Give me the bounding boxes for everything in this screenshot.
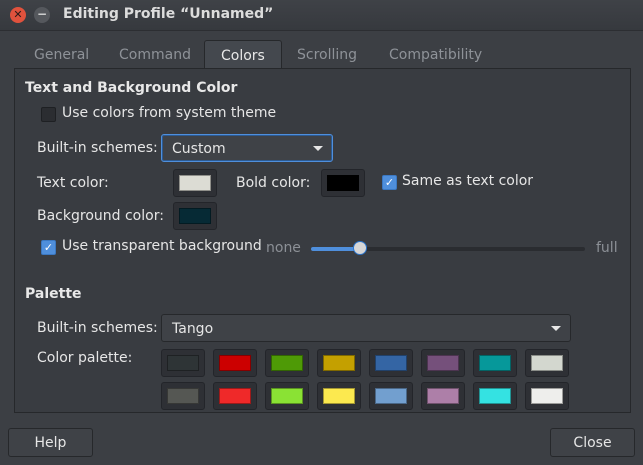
palette-color-swatch: [167, 355, 199, 371]
dropdown-arrow-icon: [313, 146, 323, 151]
palette-color-swatch: [531, 355, 563, 371]
text-bg-section-title: Text and Background Color: [25, 80, 238, 96]
tab-general[interactable]: General: [34, 41, 89, 69]
background-color-swatch: [179, 208, 211, 224]
palette-color-swatch: [271, 355, 303, 371]
use-system-colors-checkbox[interactable]: [41, 107, 56, 122]
builtin-schemes-dropdown[interactable]: Custom: [161, 134, 333, 162]
builtin-schemes-value: Custom: [172, 141, 226, 157]
palette-color-6-button[interactable]: [473, 349, 517, 377]
palette-color-15-button[interactable]: [525, 382, 569, 410]
palette-color-swatch: [271, 388, 303, 404]
palette-section-title: Palette: [25, 286, 82, 302]
window-title: Editing Profile “Unnamed”: [63, 6, 274, 22]
transparent-bg-label: Use transparent background: [62, 238, 262, 254]
tab-command[interactable]: Command: [119, 41, 191, 69]
colors-panel: Text and Background Color Use colors fro…: [14, 68, 631, 413]
palette-color-swatch: [479, 355, 511, 371]
palette-color-4-button[interactable]: [369, 349, 413, 377]
text-color-button[interactable]: [173, 169, 217, 197]
palette-color-swatch: [375, 388, 407, 404]
builtin-schemes-label: Built-in schemes:: [37, 140, 158, 156]
palette-color-swatch: [323, 388, 355, 404]
help-button[interactable]: Help: [8, 428, 93, 457]
bold-color-swatch: [327, 175, 359, 191]
tab-compatibility[interactable]: Compatibility: [389, 41, 482, 69]
palette-schemes-value: Tango: [172, 321, 214, 337]
palette-color-3-button[interactable]: [317, 349, 361, 377]
palette-color-13-button[interactable]: [421, 382, 465, 410]
palette-color-swatch: [219, 355, 251, 371]
palette-color-8-button[interactable]: [161, 382, 205, 410]
palette-color-0-button[interactable]: [161, 349, 205, 377]
background-color-label: Background color:: [37, 208, 164, 224]
text-color-swatch: [179, 175, 211, 191]
tab-colors[interactable]: Colors: [204, 40, 282, 71]
background-color-button[interactable]: [173, 202, 217, 230]
transparency-max-label: full: [596, 240, 618, 256]
use-system-colors-label: Use colors from system theme: [62, 105, 277, 121]
transparent-bg-checkbox[interactable]: ✓: [41, 240, 56, 255]
bold-color-button[interactable]: [321, 169, 365, 197]
title-bar: ✕ − Editing Profile “Unnamed”: [0, 0, 643, 31]
palette-color-swatch: [167, 388, 199, 404]
text-color-label: Text color:: [37, 175, 109, 191]
palette-color-10-button[interactable]: [265, 382, 309, 410]
palette-color-12-button[interactable]: [369, 382, 413, 410]
palette-color-swatch: [219, 388, 251, 404]
transparency-slider[interactable]: [311, 241, 585, 255]
palette-schemes-dropdown[interactable]: Tango: [161, 314, 571, 342]
close-window-icon[interactable]: ✕: [10, 7, 26, 23]
palette-color-swatch: [427, 388, 459, 404]
palette-color-2-button[interactable]: [265, 349, 309, 377]
same-as-text-checkbox[interactable]: ✓: [382, 175, 397, 190]
palette-color-swatch: [323, 355, 355, 371]
palette-color-5-button[interactable]: [421, 349, 465, 377]
transparency-slider-handle[interactable]: [353, 241, 367, 255]
palette-color-swatch: [427, 355, 459, 371]
palette-color-swatch: [375, 355, 407, 371]
palette-color-9-button[interactable]: [213, 382, 257, 410]
palette-schemes-label: Built-in schemes:: [37, 320, 158, 336]
tab-scrolling[interactable]: Scrolling: [297, 41, 357, 69]
same-as-text-label: Same as text color: [402, 173, 534, 189]
bold-color-label: Bold color:: [236, 175, 311, 191]
color-palette-label: Color palette:: [37, 350, 133, 366]
palette-color-14-button[interactable]: [473, 382, 517, 410]
close-button[interactable]: Close: [550, 428, 635, 457]
minimize-window-icon[interactable]: −: [34, 7, 50, 23]
transparency-min-label: none: [266, 240, 301, 256]
palette-color-7-button[interactable]: [525, 349, 569, 377]
palette-color-1-button[interactable]: [213, 349, 257, 377]
palette-color-swatch: [531, 388, 563, 404]
palette-color-swatch: [479, 388, 511, 404]
palette-color-11-button[interactable]: [317, 382, 361, 410]
dropdown-arrow-icon: [551, 326, 561, 331]
